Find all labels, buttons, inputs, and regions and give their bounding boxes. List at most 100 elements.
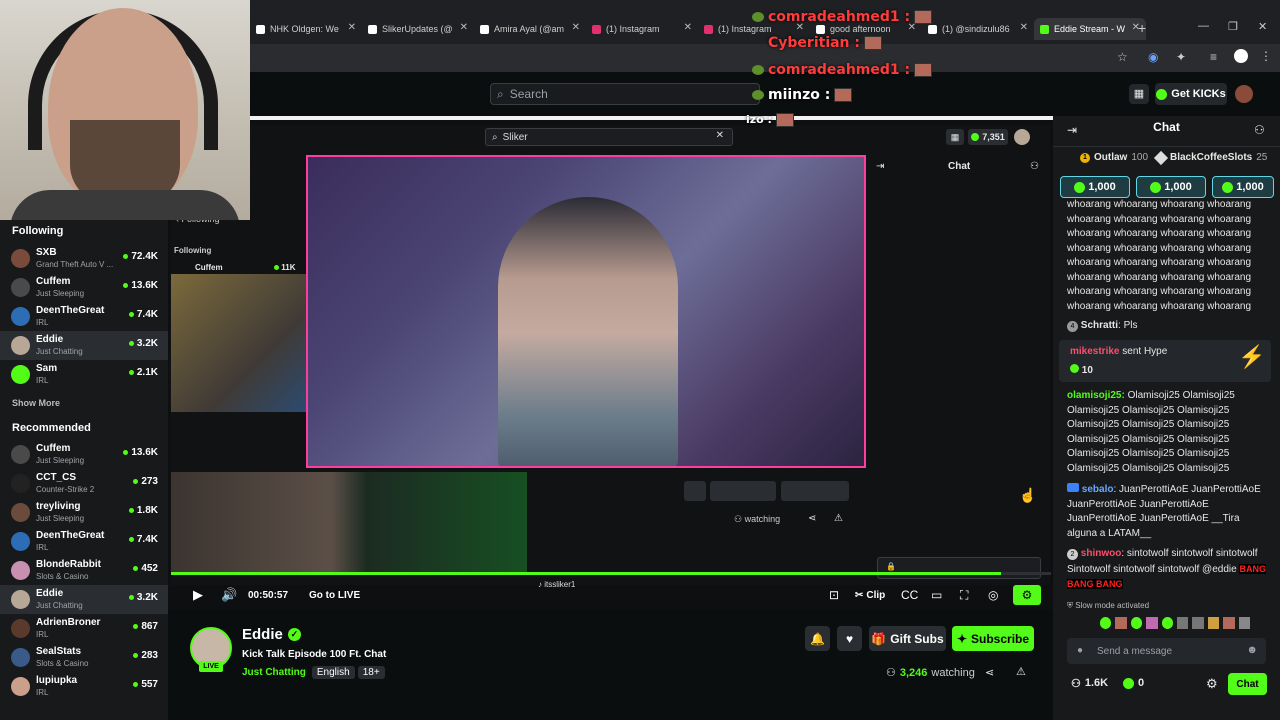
mini-player-icon[interactable]: ▭ xyxy=(931,580,942,610)
volume-icon[interactable]: 🔊 xyxy=(221,580,237,610)
live-dot xyxy=(274,265,279,270)
quality-icon[interactable]: ◎ xyxy=(988,580,998,610)
new-tab-icon[interactable]: + xyxy=(1138,20,1146,36)
browser-tab[interactable]: (1) @sindizulu86 ✕ xyxy=(922,18,1034,40)
badge-icon xyxy=(752,90,764,100)
category-link[interactable]: Just Chatting xyxy=(242,667,306,678)
tag-language[interactable]: English xyxy=(311,666,355,679)
sidebar-channel-adrienbroner[interactable]: AdrienBroner IRL 867 xyxy=(0,614,168,643)
main-video-feed xyxy=(306,155,866,468)
channel-avatar xyxy=(11,532,30,551)
viewers-icon: ⚇ xyxy=(886,667,896,679)
gift-subs-button[interactable]: 🎁 Gift Subs xyxy=(869,626,946,651)
browser-tab[interactable]: SlikerUpdates (@ ✕ xyxy=(362,18,474,40)
menu-dots-icon[interactable]: ⋮ xyxy=(1260,49,1272,63)
emote-icon[interactable] xyxy=(1146,617,1158,629)
report-warning-icon[interactable]: ⚠ xyxy=(1016,665,1026,678)
search-input[interactable]: ⌕ Search xyxy=(490,83,760,105)
sidebar-channel-cuffem[interactable]: Cuffem Just Sleeping 13.6K xyxy=(0,273,168,302)
maximize-icon[interactable]: ❐ xyxy=(1228,20,1238,33)
user-avatar[interactable] xyxy=(1235,85,1253,103)
window-close-icon[interactable]: ✕ xyxy=(1258,20,1267,33)
sidebar-channel-deenthegreat[interactable]: DeenTheGreat IRL 7.4K xyxy=(0,527,168,556)
tiktok-icon xyxy=(256,24,265,34)
emote-icon[interactable] xyxy=(1100,617,1112,629)
close-icon[interactable]: ✕ xyxy=(460,22,468,33)
emoji-icon[interactable]: ☻ xyxy=(1246,644,1258,656)
x-icon xyxy=(368,24,377,34)
profile-avatar[interactable] xyxy=(1234,49,1248,63)
placeholder-button xyxy=(781,481,849,501)
get-kicks-button[interactable]: Get KICKs xyxy=(1155,83,1227,105)
layout-icon[interactable]: ▦ xyxy=(1129,84,1149,104)
tag-age[interactable]: 18+ xyxy=(357,666,385,679)
sidebar-channel-blonderabbit[interactable]: BlondeRabbit Slots & Casino 452 xyxy=(0,556,168,585)
fullscreen-icon[interactable]: ⛶ xyxy=(960,580,968,610)
chat-settings-icon[interactable]: ⚙ xyxy=(1206,676,1218,692)
sidebar-channel-sam[interactable]: Sam IRL 2.1K xyxy=(0,360,168,389)
emote-icon[interactable] xyxy=(1177,617,1189,629)
browser-tab-active[interactable]: Eddie Stream - W ✕ xyxy=(1034,18,1146,40)
sidebar-channel-eddie[interactable]: Eddie Just Chatting 3.2K xyxy=(0,585,168,614)
emote-icon[interactable] xyxy=(1223,617,1235,629)
clip-button[interactable]: ✂ Clip xyxy=(855,580,885,610)
show-more-link[interactable]: Show More xyxy=(12,398,60,408)
sidebar-channel-deenthegreat[interactable]: DeenTheGreat IRL 7.4K xyxy=(0,302,168,331)
browser-tab[interactable]: (1) Instagram ✕ xyxy=(586,18,698,40)
kick-gift-button[interactable]: 1,000 xyxy=(1060,176,1130,198)
streamer-name[interactable]: Eddie ✓ xyxy=(242,626,301,643)
channel-category: IRL xyxy=(36,318,49,327)
emote-icon[interactable] xyxy=(1130,617,1143,629)
close-icon[interactable]: ✕ xyxy=(684,22,692,33)
emote-icon[interactable] xyxy=(1161,617,1174,629)
sidebar-channel-lupiupka[interactable]: lupiupka IRL 557 xyxy=(0,672,168,701)
emote-icon[interactable] xyxy=(1238,617,1251,629)
emote-icon[interactable] xyxy=(1207,617,1220,629)
media-icon[interactable]: ≡ xyxy=(1210,50,1217,64)
follow-heart-icon[interactable]: ♥ xyxy=(837,626,862,651)
browser-tab[interactable]: NHK Oldgen: We ✕ xyxy=(250,18,362,40)
stream-chat-label: Chat xyxy=(948,161,971,172)
shirt xyxy=(10,190,240,220)
captions-icon[interactable]: CC xyxy=(901,580,918,610)
close-icon[interactable]: ✕ xyxy=(572,22,580,33)
minimize-icon[interactable]: — xyxy=(1198,20,1209,32)
close-icon[interactable]: ✕ xyxy=(1020,22,1028,33)
leaderboard-entry[interactable]: 1 Outlaw 100 xyxy=(1080,152,1148,163)
extension-icon[interactable]: ◉ xyxy=(1148,50,1158,64)
collapse-icon: ⇥ xyxy=(876,161,885,172)
chat-send-button[interactable]: Chat xyxy=(1228,673,1267,695)
chat-users-icon[interactable]: ⚇ xyxy=(1254,123,1265,137)
play-icon[interactable]: ▶ xyxy=(193,580,203,610)
go-to-live-button[interactable]: Go to LIVE xyxy=(309,580,360,610)
live-dot xyxy=(128,369,134,375)
live-dot xyxy=(133,478,139,484)
sidebar-channel-treyliving[interactable]: treyliving Just Sleeping 1.8K xyxy=(0,498,168,527)
sidebar-channel-eddie[interactable]: Eddie Just Chatting 3.2K xyxy=(0,331,168,360)
clip-icon: ✂ xyxy=(855,589,864,601)
chat-message-input[interactable]: ● Send a message ☻ xyxy=(1067,638,1266,664)
channel-avatar xyxy=(11,336,30,355)
leaderboard-entry[interactable]: BlackCoffeeSlots 25 xyxy=(1153,150,1267,165)
bookmark-star-icon[interactable]: ☆ xyxy=(1117,50,1128,64)
emote-icon[interactable] xyxy=(1192,617,1204,629)
settings-gear-icon[interactable]: ⚙ xyxy=(1013,585,1041,605)
channel-category: IRL xyxy=(36,688,49,697)
subscribe-button[interactable]: ✦ Subscribe xyxy=(952,626,1034,651)
kick-gift-button[interactable]: 1,000 xyxy=(1136,176,1206,198)
kick-gift-button[interactable]: 1,000 xyxy=(1212,176,1274,198)
sidebar-channel-sxb[interactable]: SXB Grand Theft Auto V ... 72.4K xyxy=(0,244,168,273)
theater-icon[interactable]: ⊡ xyxy=(829,580,839,610)
browser-tab[interactable]: Amira Ayal (@am ✕ xyxy=(474,18,586,40)
share-icon[interactable]: ⋖ xyxy=(985,666,994,679)
sidebar-channel-cuffem[interactable]: Cuffem Just Sleeping 13.6K xyxy=(0,440,168,469)
search-icon: ⌕ xyxy=(497,86,504,101)
channel-viewers: 72.4K xyxy=(123,251,158,262)
chat-message: sebalo: JuanPerottiAoE JuanPerottiAoE Ju… xyxy=(1067,483,1261,539)
puzzle-icon[interactable]: ✦ xyxy=(1176,50,1186,64)
close-icon[interactable]: ✕ xyxy=(348,22,356,33)
emote-icon[interactable] xyxy=(1115,617,1127,629)
sidebar-channel-cct_cs[interactable]: CCT_CS Counter-Strike 2 273 xyxy=(0,469,168,498)
sidebar-channel-sealstats[interactable]: SealStats Slots & Casino 283 xyxy=(0,643,168,672)
notification-bell-icon[interactable]: 🔔 xyxy=(805,626,830,651)
